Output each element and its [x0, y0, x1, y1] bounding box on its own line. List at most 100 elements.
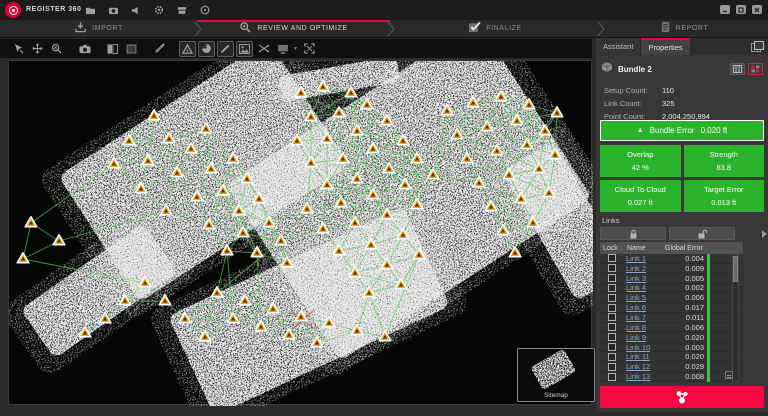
link-row[interactable]: Link 10 0.003: [600, 343, 743, 353]
lock-checkbox[interactable]: [608, 362, 616, 371]
panel-tab-properties[interactable]: Properties: [641, 38, 691, 55]
lock-cell: [600, 303, 624, 312]
workflow-tab-review-and-optimize[interactable]: REVIEW AND OPTIMIZE: [197, 20, 395, 37]
show-annotations-button[interactable]: [217, 40, 234, 57]
link-row[interactable]: Link 4 0.002: [600, 283, 743, 294]
grid-view-button[interactable]: [748, 63, 763, 75]
link-row[interactable]: Link 5 0.006: [600, 293, 743, 304]
link-global-error: 0.002: [685, 283, 704, 293]
link-row[interactable]: Link 13 0.008: [600, 372, 743, 382]
camera-view-button[interactable]: [76, 41, 93, 57]
lock-checkbox[interactable]: [608, 303, 616, 312]
show-targets-button[interactable]: [179, 40, 196, 57]
workflow-tab-report[interactable]: REPORT: [600, 20, 768, 37]
lock-checkbox[interactable]: [608, 352, 616, 361]
setup-marker-icon[interactable]: [24, 216, 38, 228]
metric-tile-strength[interactable]: Strength 83.8: [683, 145, 764, 177]
bundle-header: Bundle 2: [596, 58, 768, 80]
import-icon: [74, 20, 87, 38]
lock-cell: [600, 333, 624, 342]
optimize-bundle-button[interactable]: [600, 386, 764, 408]
links-scrollbar[interactable]: [732, 254, 739, 382]
link-name[interactable]: Link 1: [624, 254, 662, 263]
zoom-fit-button[interactable]: [48, 41, 65, 57]
lock-checkbox[interactable]: [608, 293, 616, 302]
display-mode-button[interactable]: [274, 41, 291, 57]
panel-collapse-button[interactable]: [750, 40, 765, 53]
lock-checkbox[interactable]: [608, 274, 616, 283]
show-images-button[interactable]: [236, 40, 253, 57]
column-header-name[interactable]: Name: [624, 245, 662, 252]
link-name[interactable]: Link 7: [624, 313, 662, 322]
lock-checkbox[interactable]: [608, 254, 616, 263]
bundle-error-button[interactable]: ▲ Bundle Error 0.020 ft: [600, 120, 764, 141]
pan-button[interactable]: [29, 41, 46, 57]
lock-all-button[interactable]: [600, 227, 666, 240]
metric-tile-target-error[interactable]: Target Error 0.013 ft: [683, 180, 764, 212]
list-view-button[interactable]: [730, 63, 745, 75]
link-name[interactable]: Link 6: [624, 303, 662, 312]
link-row[interactable]: Link 6 0.017: [600, 303, 743, 314]
lock-checkbox[interactable]: [608, 264, 616, 273]
link-name[interactable]: Link 9: [624, 333, 662, 342]
link-name[interactable]: Link 11: [624, 352, 662, 361]
lock-cell: [600, 323, 624, 332]
lock-checkbox[interactable]: [608, 333, 616, 342]
link-name[interactable]: Link 8: [624, 323, 662, 332]
panel-expander-arrow[interactable]: [760, 226, 768, 242]
scrollbar-thumb[interactable]: [733, 256, 738, 282]
measure-button[interactable]: [151, 41, 168, 57]
link-name[interactable]: Link 5: [624, 293, 662, 302]
settings-icon[interactable]: [153, 4, 165, 16]
speaker-icon[interactable]: [130, 4, 142, 16]
column-header-global-error[interactable]: Global Error: [662, 245, 726, 252]
link-row[interactable]: Link 7 0.011: [600, 313, 743, 323]
workflow-tab-finalize[interactable]: FINALIZE: [390, 20, 605, 38]
minimize-button[interactable]: [720, 5, 730, 14]
link-name[interactable]: Link 3: [624, 274, 662, 283]
lock-checkbox[interactable]: [608, 313, 616, 322]
workflow-tab-import[interactable]: IMPORT: [0, 20, 202, 38]
close-button[interactable]: [752, 5, 762, 14]
link-name[interactable]: Link 4: [624, 283, 662, 292]
show-links-button[interactable]: [255, 41, 272, 57]
sitemap-thumbnail[interactable]: Sitemap: [517, 348, 595, 402]
link-row[interactable]: Link 12 0.029: [600, 362, 743, 373]
dropdown-caret-icon[interactable]: ▼: [293, 46, 298, 52]
select-button[interactable]: [10, 41, 27, 57]
lock-checkbox[interactable]: [608, 372, 616, 381]
link-row[interactable]: Link 9 0.020: [600, 333, 743, 343]
camera-icon[interactable]: [107, 4, 119, 16]
link-name[interactable]: Link 10: [624, 343, 662, 352]
maximize-button[interactable]: [736, 5, 746, 14]
folder-icon[interactable]: [84, 4, 96, 16]
link-name[interactable]: Link 13: [624, 372, 662, 381]
link-name[interactable]: Link 2: [624, 264, 662, 273]
metric-value: 0.013 ft: [711, 198, 737, 207]
link-row[interactable]: Link 3 0.005: [600, 274, 743, 284]
single-view-button[interactable]: [123, 41, 140, 57]
link-row[interactable]: Link 11 0.020: [600, 352, 743, 363]
pointcloud-canvas[interactable]: Sitemap: [8, 60, 595, 406]
archive-icon[interactable]: [176, 4, 188, 16]
pointcloud-map[interactable]: [9, 61, 593, 406]
link-row[interactable]: Link 1 0.004: [600, 254, 743, 264]
table-options-button[interactable]: [725, 371, 733, 379]
unlock-all-button[interactable]: [669, 227, 735, 240]
fit-view-button[interactable]: [301, 41, 318, 57]
link-row[interactable]: Link 8 0.006: [600, 323, 743, 333]
properties-panel: Assistant Properties Bundle 2 Setup Count…: [596, 38, 768, 412]
lock-checkbox[interactable]: [608, 323, 616, 332]
help-icon[interactable]: [199, 4, 211, 16]
metric-tile-overlap[interactable]: Overlap 42 %: [600, 145, 681, 177]
link-row[interactable]: Link 2 0.009: [600, 264, 743, 274]
lock-checkbox[interactable]: [608, 283, 616, 292]
setup-marker-icon[interactable]: [16, 252, 30, 264]
lock-checkbox[interactable]: [608, 343, 616, 352]
split-view-button[interactable]: [104, 41, 121, 57]
metric-tile-cloud-to-cloud[interactable]: Cloud To Cloud 0.027 ft: [600, 180, 681, 212]
link-name[interactable]: Link 12: [624, 362, 662, 371]
show-overlap-button[interactable]: [198, 40, 215, 57]
finalize-icon: [468, 20, 481, 38]
column-header-lock[interactable]: Lock: [600, 245, 624, 252]
